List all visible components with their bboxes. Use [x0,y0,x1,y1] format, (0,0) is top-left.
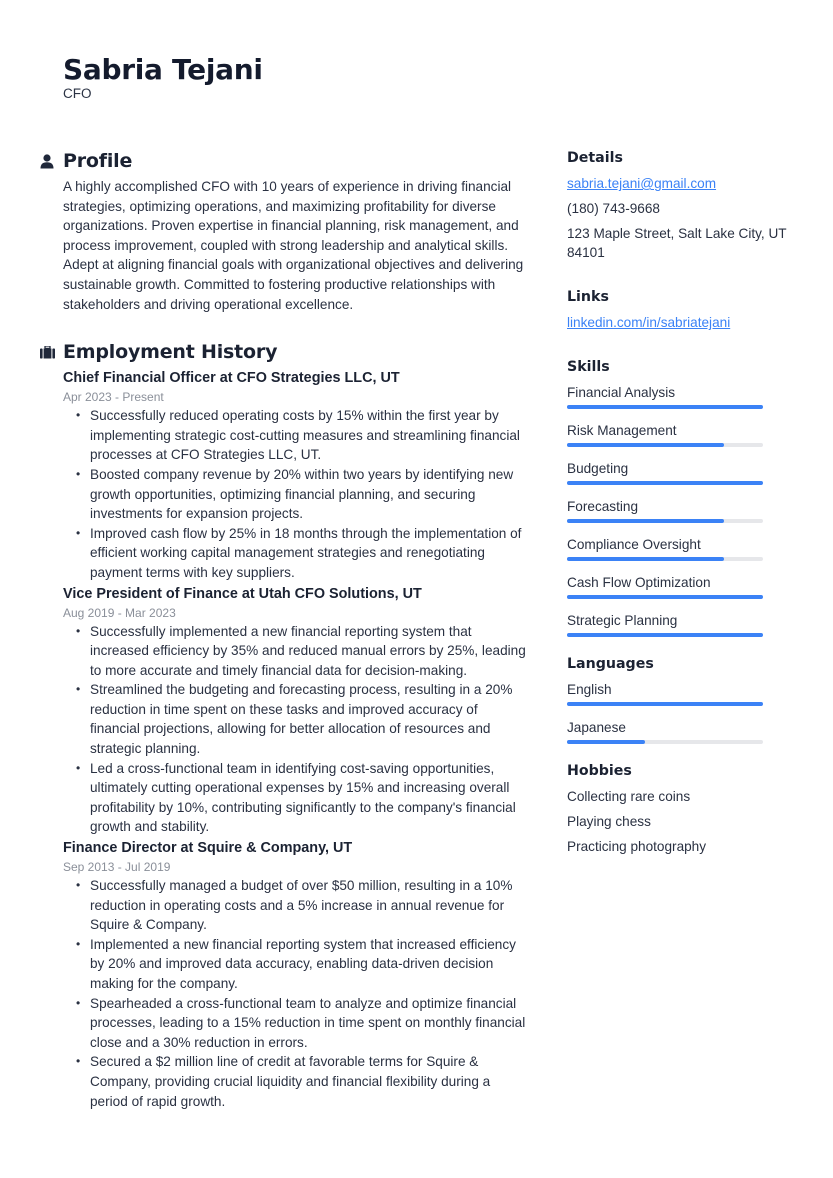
level-bar-fill [567,633,763,637]
job-bullet: Improved cash flow by 25% in 18 months t… [76,524,530,583]
job-dates: Aug 2019 - Mar 2023 [63,605,176,620]
candidate-role: CFO [63,86,92,101]
skill-item: Forecasting [567,497,797,523]
level-bar [567,557,763,561]
job-bullets: Successfully implemented a new financial… [63,622,530,838]
skill-label: Risk Management [567,423,677,438]
job-list: Chief Financial Officer at CFO Strategie… [40,368,530,1111]
level-bar-fill [567,702,763,706]
profile-section: Profile A highly accomplished CFO with 1… [40,147,530,314]
skill-item: Compliance Oversight [567,535,797,561]
level-bar [567,443,763,447]
hobbies-section: Hobbies Collecting rare coins Playing che… [567,760,797,856]
job-entry: Finance Director at Squire & Company, UT… [63,838,530,1111]
skill-label: Cash Flow Optimization [567,575,711,590]
skill-label: Compliance Oversight [567,537,701,552]
sidebar-column: Details sabria.tejani@gmail.com (180) 74… [567,147,797,880]
job-title: Vice President of Finance at Utah CFO So… [63,585,422,602]
level-bar [567,595,763,599]
level-bar-fill [567,405,763,409]
language-label: English [567,682,612,697]
language-item: English [567,680,797,706]
skills-section: Skills Financial Analysis Risk Managemen… [567,356,797,637]
profile-text: A highly accomplished CFO with 10 years … [63,179,524,312]
job-bullet: Boosted company revenue by 20% within tw… [76,465,530,524]
candidate-name: Sabria Tejani [63,53,263,86]
skill-label: Budgeting [567,461,629,476]
briefcase-icon [40,345,63,359]
person-icon [40,153,63,169]
job-bullet: Implemented a new financial reporting sy… [76,935,530,994]
links-section: Links linkedin.com/in/sabriatejani [567,286,797,332]
level-bar [567,481,763,485]
job-bullet: Successfully managed a budget of over $5… [76,876,530,935]
employment-title: Employment History [63,341,278,364]
job-dates: Sep 2013 - Jul 2019 [63,860,171,875]
skills-list: Financial Analysis Risk Management Budge… [567,383,797,637]
level-bar [567,633,763,637]
level-bar-fill [567,443,724,447]
main-column: Profile A highly accomplished CFO with 1… [40,147,530,1111]
phone-number: (180) 743-9668 [567,201,660,216]
job-bullets: Successfully reduced operating costs by … [63,406,530,582]
address: 123 Maple Street, Salt Lake City, UT 841… [567,226,787,260]
level-bar-fill [567,519,724,523]
skill-item: Risk Management [567,421,797,447]
job-title: Chief Financial Officer at CFO Strategie… [63,370,400,387]
skill-item: Budgeting [567,459,797,485]
skill-item: Financial Analysis [567,383,797,409]
job-title: Finance Director at Squire & Company, UT [63,840,353,857]
employment-heading: Employment History [40,338,530,366]
skill-item: Cash Flow Optimization [567,573,797,599]
level-bar-fill [567,595,763,599]
hobby-item: Practicing photography [567,839,707,854]
level-bar-fill [567,557,724,561]
hobby-item: Playing chess [567,814,651,829]
languages-title: Languages [567,656,654,672]
profile-title: Profile [63,150,133,172]
skills-title: Skills [567,359,610,375]
job-bullet: Successfully reduced operating costs by … [76,406,530,465]
skill-item: Strategic Planning [567,611,797,637]
job-bullet: Successfully implemented a new financial… [76,622,530,681]
job-bullets: Successfully managed a budget of over $5… [63,876,530,1111]
job-bullet: Streamlined the budgeting and forecastin… [76,680,530,758]
hobbies-list: Collecting rare coins Playing chess Practi… [567,787,797,856]
level-bar [567,740,763,744]
linkedin-link[interactable]: linkedin.com/in/sabriatejani [567,315,730,330]
languages-list: English Japanese [567,680,797,744]
languages-section: Languages English Japanese [567,653,797,744]
hobbies-title: Hobbies [567,763,632,779]
level-bar [567,519,763,523]
hobby-item: Collecting rare coins [567,789,691,804]
skill-label: Strategic Planning [567,613,678,628]
employment-section: Employment History Chief Financial Offic… [40,338,530,1111]
job-dates: Apr 2023 - Present [63,390,164,405]
language-label: Japanese [567,720,626,735]
details-title: Details [567,150,623,166]
job-bullet: Led a cross-functional team in identifyi… [76,759,530,837]
job-bullet: Spearheaded a cross-functional team to a… [76,994,530,1053]
level-bar-fill [567,740,646,744]
level-bar-fill [567,481,763,485]
skill-label: Forecasting [567,499,639,514]
links-title: Links [567,289,609,305]
skill-label: Financial Analysis [567,385,676,400]
language-item: Japanese [567,718,797,744]
email-link[interactable]: sabria.tejani@gmail.com [567,176,716,191]
profile-heading: Profile [40,147,530,175]
details-section: Details sabria.tejani@gmail.com (180) 74… [567,147,797,262]
level-bar [567,405,763,409]
job-entry: Chief Financial Officer at CFO Strategie… [63,368,530,582]
resume-header: Sabria Tejani CFO [63,52,263,101]
job-entry: Vice President of Finance at Utah CFO So… [63,584,530,838]
job-bullet: Secured a $2 million line of credit at f… [76,1052,530,1111]
level-bar [567,702,763,706]
